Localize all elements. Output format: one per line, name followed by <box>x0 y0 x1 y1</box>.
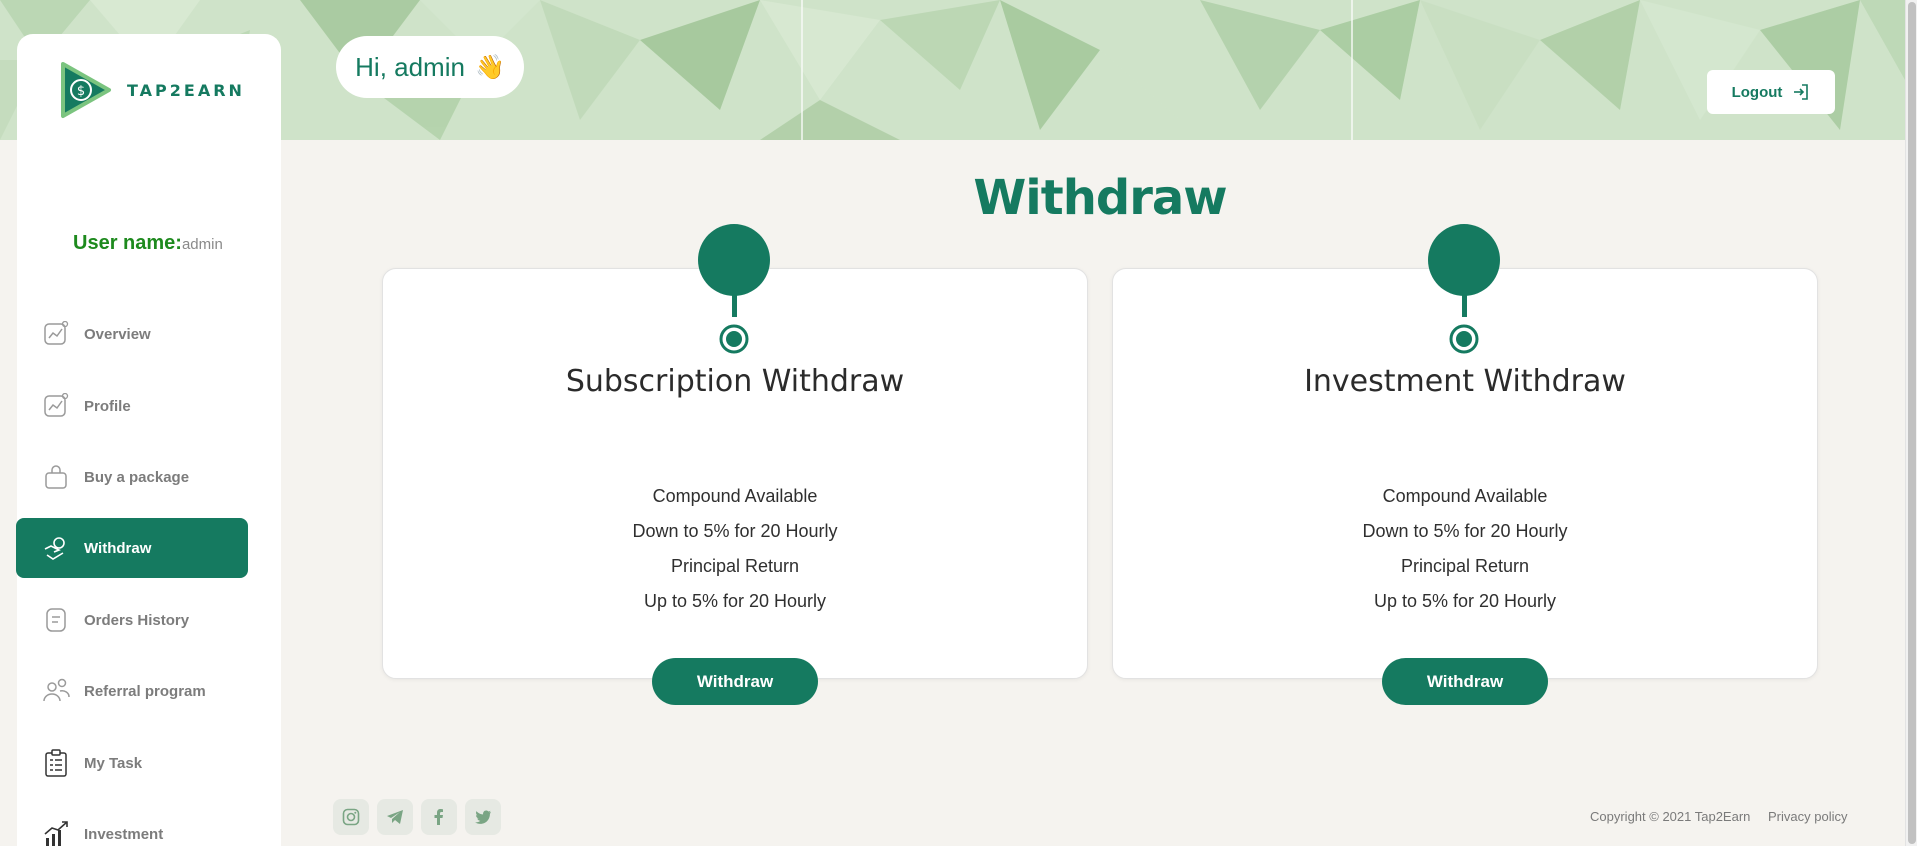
investment-withdraw-button[interactable]: Withdraw <box>1382 658 1548 705</box>
sidebar-item-label: Overview <box>84 325 151 343</box>
sidebar-item-withdraw[interactable]: Withdraw <box>16 518 248 578</box>
growth-chart-icon <box>42 820 70 846</box>
header-banner <box>0 0 1905 140</box>
feature-list: Compound Available Down to 5% for 20 Hou… <box>1112 482 1818 622</box>
greeting-text: Hi, admin <box>355 51 465 82</box>
feature-item: Down to 5% for 20 Hourly <box>632 521 838 541</box>
chart-icon <box>42 392 70 420</box>
logout-icon <box>1794 84 1809 100</box>
privacy-policy-link[interactable]: Privacy policy <box>1768 809 1847 824</box>
card-title: Investment Withdraw <box>1304 364 1626 399</box>
page-scrollbar[interactable] <box>1905 0 1917 846</box>
feature-item: Principal Return <box>670 556 800 576</box>
brand-name: TAP2EARN <box>127 80 245 100</box>
username-value: admin <box>181 236 223 253</box>
clipboard-icon <box>42 749 70 777</box>
instagram-icon[interactable] <box>333 799 369 835</box>
sidebar: $ TAP2EARN User name:admin <box>17 34 281 846</box>
footer-meta: Copyright © 2021 Tap2Earn Privacy policy <box>1590 809 1847 824</box>
twitter-icon[interactable] <box>465 799 501 835</box>
feature-item: Up to 5% for 20 Hourly <box>643 591 827 611</box>
users-icon <box>42 677 70 705</box>
svg-text:$: $ <box>77 84 85 99</box>
scrollbar-thumb[interactable] <box>1908 2 1916 844</box>
sidebar-item-label: Buy a package <box>84 468 190 486</box>
banner-pattern <box>0 0 1905 140</box>
username-display: User name:admin <box>73 232 223 255</box>
sidebar-item-label: Referral program <box>84 682 206 700</box>
card-title: Subscription Withdraw <box>565 364 905 399</box>
brand-logo[interactable]: $ TAP2EARN <box>59 60 245 120</box>
document-icon <box>42 606 70 634</box>
sidebar-item-label: My Task <box>84 754 143 772</box>
social-links <box>333 799 509 835</box>
sidebar-item-buy-package[interactable]: Buy a package <box>16 447 248 507</box>
page-title: Withdraw <box>973 170 1227 226</box>
sidebar-item-label: Investment <box>84 825 164 843</box>
sidebar-item-orders-history[interactable]: Orders History <box>16 590 248 650</box>
tap2earn-logo-icon: $ <box>61 62 111 118</box>
chart-icon <box>42 320 70 348</box>
logout-label: Logout <box>1731 83 1783 101</box>
money-hand-icon <box>42 534 70 562</box>
sidebar-item-my-task[interactable]: My Task <box>16 733 248 793</box>
copyright-text: Copyright © 2021 Tap2Earn <box>1590 809 1751 824</box>
feature-item: Up to 5% for 20 Hourly <box>1373 591 1557 611</box>
sidebar-item-label: Profile <box>84 397 131 415</box>
sidebar-item-overview[interactable]: Overview <box>16 304 248 364</box>
waving-hand-emoji: 👋 <box>474 53 505 81</box>
sidebar-item-label: Withdraw <box>84 539 152 557</box>
bag-icon <box>42 463 70 491</box>
telegram-icon[interactable] <box>377 799 413 835</box>
feature-item: Principal Return <box>1400 556 1530 576</box>
sidebar-item-referral[interactable]: Referral program <box>16 661 248 721</box>
feature-list: Compound Available Down to 5% for 20 Hou… <box>382 482 1088 622</box>
pin-icon <box>1428 224 1500 354</box>
greeting-pill: Hi, admin 👋 <box>336 36 524 98</box>
sidebar-item-investment[interactable]: Investment <box>16 804 248 846</box>
logout-button[interactable]: Logout <box>1707 70 1835 114</box>
sidebar-item-label: Orders History <box>84 611 190 629</box>
username-label: User name: <box>73 232 182 254</box>
feature-item: Compound Available <box>1382 486 1548 506</box>
facebook-icon[interactable] <box>421 799 457 835</box>
sidebar-item-profile[interactable]: Profile <box>16 376 248 436</box>
pin-icon <box>698 224 770 354</box>
feature-item: Down to 5% for 20 Hourly <box>1362 521 1568 541</box>
feature-item: Compound Available <box>652 486 818 506</box>
subscription-withdraw-button[interactable]: Withdraw <box>652 658 818 705</box>
